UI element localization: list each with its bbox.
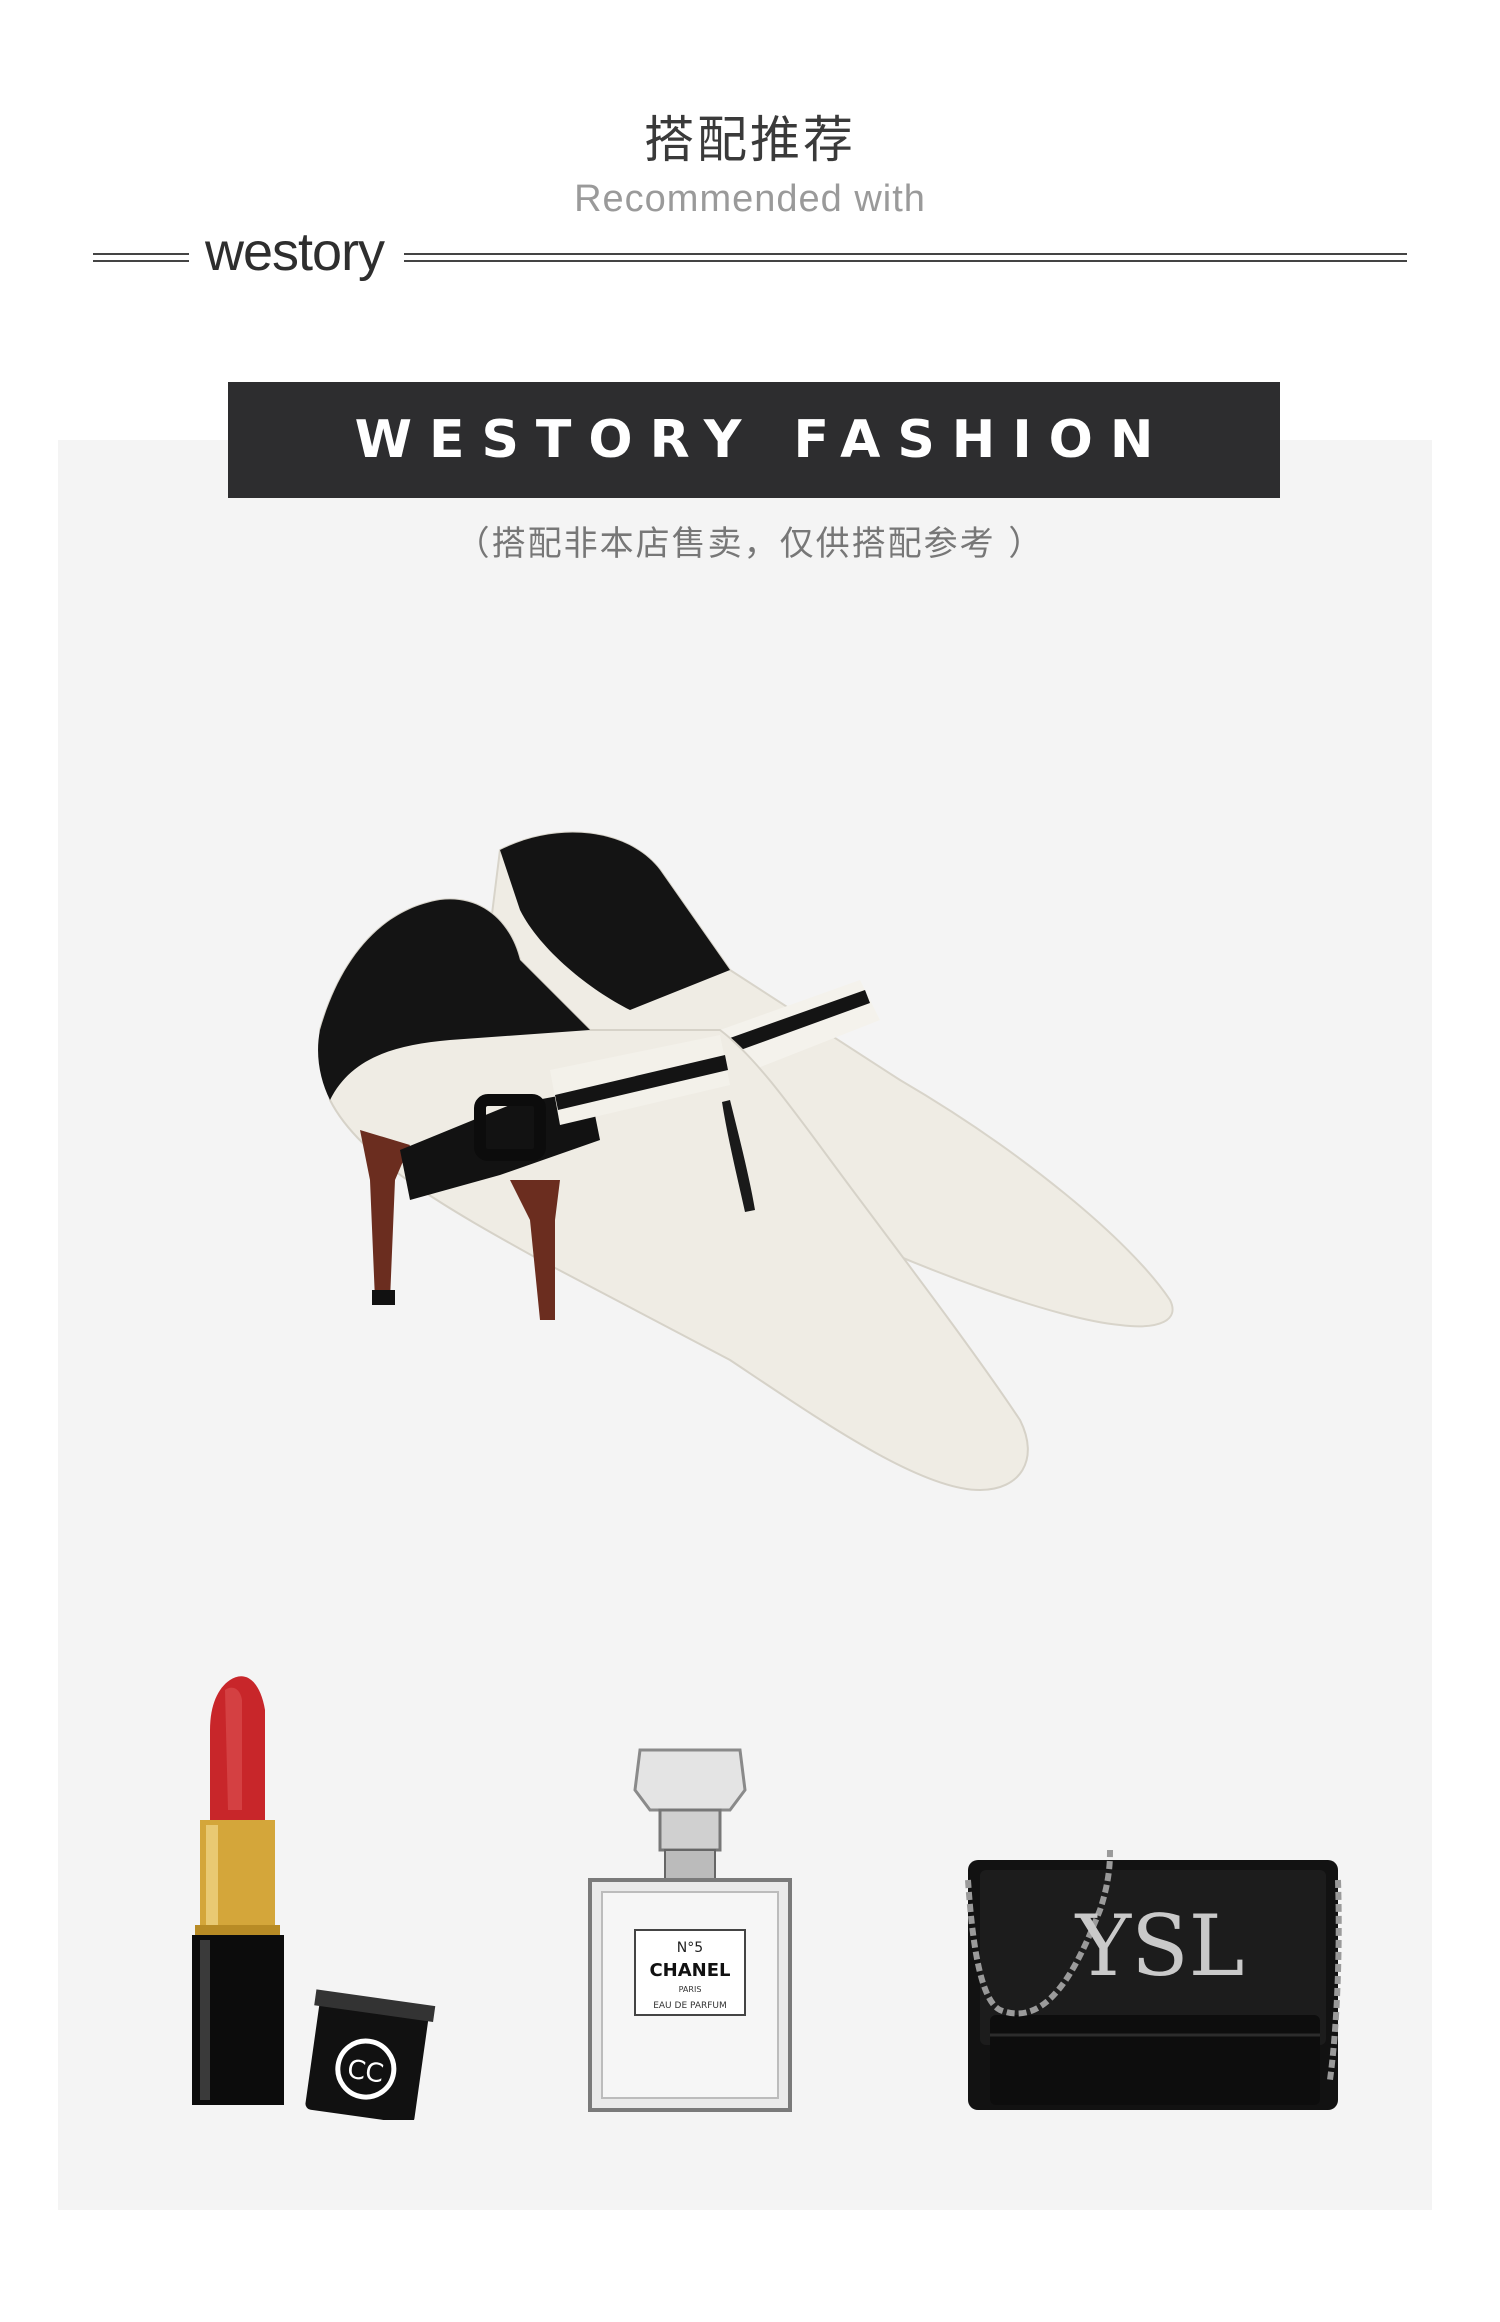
lipstick-icon: CC [180, 1670, 440, 2124]
svg-text:CHANEL: CHANEL [649, 1960, 730, 1981]
divider-left [93, 253, 189, 262]
svg-text:PARIS: PARIS [679, 1985, 702, 1994]
svg-text:N°5: N°5 [677, 1940, 703, 1956]
brand-logo: westory [205, 222, 385, 282]
section-subtitle-en: Recommended with [574, 178, 926, 220]
divider-right [404, 253, 1407, 262]
heeled-ankle-boots-icon [300, 800, 1200, 1540]
disclaimer-note: （搭配非本店售卖，仅供搭配参考 ） [455, 524, 1045, 564]
handbag-icon: YSL [960, 1840, 1350, 2120]
perfume-bottle-icon: N°5 CHANEL PARIS EAU DE PARFUM [580, 1740, 800, 2120]
svg-text:EAU DE PARFUM: EAU DE PARFUM [653, 2001, 727, 2011]
fashion-banner: WESTORY FASHION [228, 382, 1280, 498]
banner-title: WESTORY FASHION [354, 410, 1171, 470]
svg-text:YSL: YSL [1075, 1897, 1245, 1995]
section-title-cn: 搭配推荐 [644, 111, 856, 169]
svg-text:CC: CC [345, 2055, 385, 2090]
